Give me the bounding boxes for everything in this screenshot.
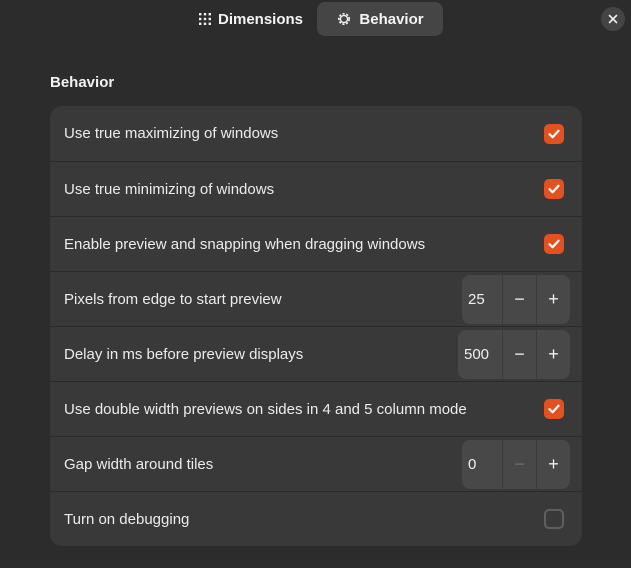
row-delay-preview: Delay in ms before preview displays 500 … [50, 326, 582, 381]
row-label: Use true minimizing of windows [64, 180, 275, 198]
checkmark-icon [547, 182, 561, 196]
section-title: Behavior [50, 74, 115, 91]
decrement-button[interactable]: − [502, 330, 536, 379]
row-label: Enable preview and snapping when draggin… [64, 235, 426, 253]
close-icon [608, 14, 618, 24]
minimizing-checkbox[interactable] [544, 179, 564, 199]
tab-behavior[interactable]: Behavior [317, 2, 443, 36]
double-width-checkbox[interactable] [544, 399, 564, 419]
increment-button[interactable]: + [536, 275, 570, 324]
pixels-from-edge-spinbutton: 25 − + [462, 275, 570, 324]
grid-dots-icon [198, 13, 211, 25]
row-label: Use true maximizing of windows [64, 125, 279, 142]
row-label: Pixels from edge to start preview [64, 290, 282, 308]
decrement-button: − [502, 440, 536, 489]
settings-group: Use true maximizing of windows Use true … [50, 106, 582, 546]
row-label: Use double width previews on sides in 4 … [64, 400, 467, 418]
spin-value-input[interactable]: 500 [458, 330, 502, 379]
row-label: Delay in ms before preview displays [64, 345, 304, 363]
row-gap-width: Gap width around tiles 0 − + [50, 436, 582, 491]
row-label: Gap width around tiles [64, 455, 214, 473]
debugging-checkbox[interactable] [544, 509, 564, 529]
increment-button[interactable]: + [536, 330, 570, 379]
row-true-maximizing: Use true maximizing of windows [50, 106, 582, 161]
row-double-width-previews: Use double width previews on sides in 4 … [50, 381, 582, 436]
gear-icon [336, 11, 352, 27]
row-label: Turn on debugging [64, 510, 190, 528]
tab-dimensions-label: Dimensions [217, 10, 304, 28]
header-bar: Dimensions Behavior [0, 0, 631, 40]
decrement-button[interactable]: − [502, 275, 536, 324]
maximizing-checkbox[interactable] [544, 123, 564, 144]
checkmark-icon [547, 402, 561, 416]
row-debugging: Turn on debugging [50, 491, 582, 546]
row-pixels-from-edge: Pixels from edge to start preview 25 − + [50, 271, 582, 326]
row-true-minimizing: Use true minimizing of windows [50, 161, 582, 216]
spin-value-input[interactable]: 0 [462, 440, 502, 489]
row-preview-snapping: Enable preview and snapping when draggin… [50, 216, 582, 271]
checkmark-icon [547, 127, 561, 141]
gap-width-spinbutton: 0 − + [462, 440, 570, 489]
delay-preview-spinbutton: 500 − + [458, 330, 570, 379]
tab-behavior-label: Behavior [359, 10, 424, 28]
close-button[interactable] [601, 7, 625, 31]
spin-value-input[interactable]: 25 [462, 275, 502, 324]
increment-button[interactable]: + [536, 440, 570, 489]
preview-snapping-checkbox[interactable] [544, 234, 564, 254]
checkmark-icon [547, 237, 561, 251]
tab-dimensions[interactable]: Dimensions [190, 2, 312, 36]
